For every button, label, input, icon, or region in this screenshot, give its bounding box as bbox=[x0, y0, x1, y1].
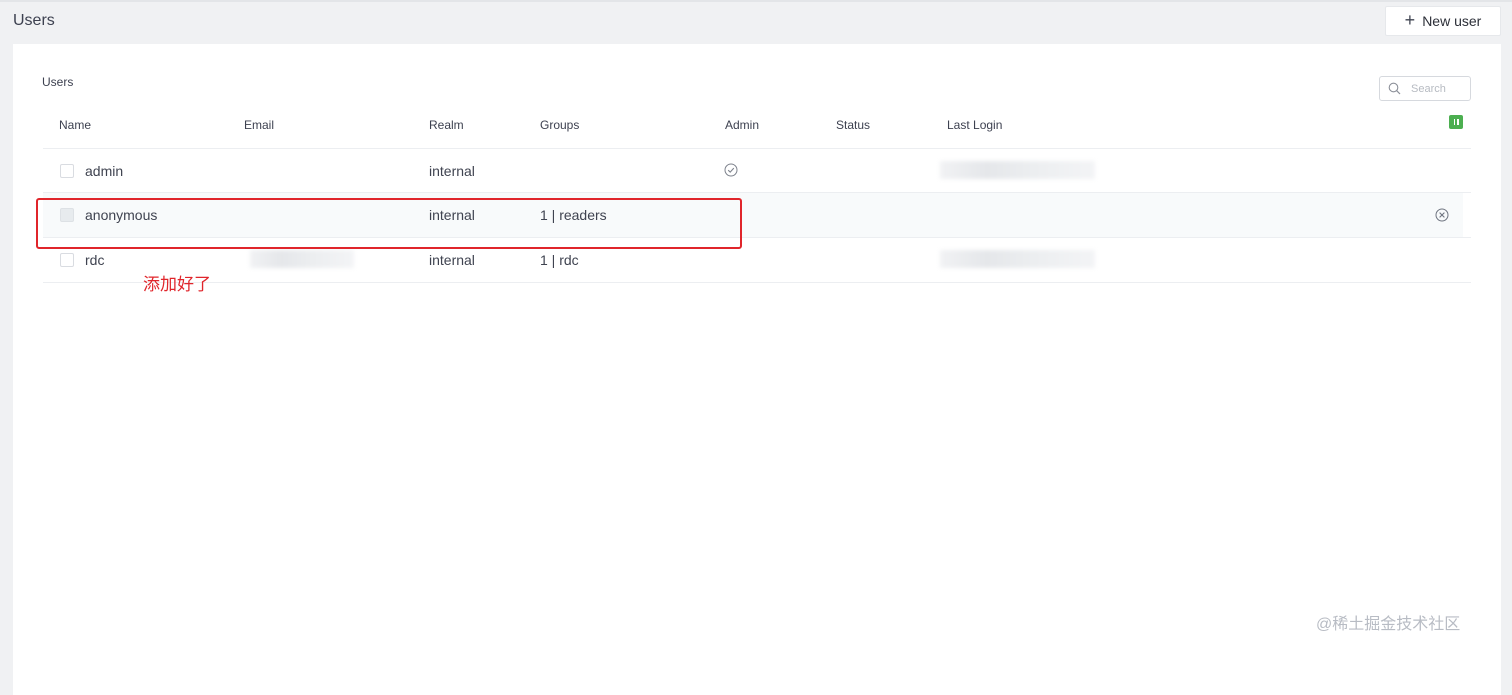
column-header-status[interactable]: Status bbox=[836, 118, 870, 132]
column-header-groups[interactable]: Groups bbox=[540, 118, 579, 132]
row-checkbox[interactable] bbox=[60, 253, 74, 267]
column-settings-icon[interactable] bbox=[1449, 115, 1463, 129]
watermark: @稀土掘金技术社区 bbox=[1316, 616, 1461, 633]
search-input[interactable] bbox=[1411, 82, 1463, 95]
column-header-name[interactable]: Name bbox=[59, 118, 91, 132]
table-row[interactable]: admin internal bbox=[43, 149, 1463, 193]
panel-title: Users bbox=[42, 75, 74, 89]
last-login-redacted bbox=[940, 161, 1095, 179]
row-checkbox[interactable] bbox=[60, 164, 74, 178]
user-realm: internal bbox=[429, 252, 475, 268]
column-header-last-login[interactable]: Last Login bbox=[947, 118, 1002, 132]
user-realm: internal bbox=[429, 163, 475, 179]
user-groups: 1 | rdc bbox=[540, 252, 579, 268]
column-header-email[interactable]: Email bbox=[244, 118, 274, 132]
top-divider bbox=[0, 0, 1512, 2]
close-circle-icon[interactable] bbox=[1435, 208, 1449, 222]
user-name[interactable]: rdc bbox=[85, 252, 104, 268]
email-redacted bbox=[250, 250, 354, 268]
highlight-box bbox=[36, 198, 742, 249]
page-title: Users bbox=[13, 12, 55, 29]
annotation-text: 添加好了 bbox=[143, 275, 211, 294]
search-box[interactable] bbox=[1379, 76, 1471, 101]
user-name[interactable]: admin bbox=[85, 163, 123, 179]
last-login-redacted bbox=[940, 250, 1095, 268]
row-divider bbox=[43, 282, 1471, 283]
column-header-admin[interactable]: Admin bbox=[725, 118, 759, 132]
plus-icon: + bbox=[1404, 10, 1416, 30]
search-icon bbox=[1388, 82, 1401, 95]
new-user-button[interactable]: + New user bbox=[1385, 6, 1501, 36]
check-circle-icon bbox=[724, 163, 738, 177]
users-panel: Users Name Email Realm Groups Admin Stat… bbox=[13, 44, 1501, 695]
column-header-realm[interactable]: Realm bbox=[429, 118, 464, 132]
new-user-label: New user bbox=[1422, 13, 1482, 29]
